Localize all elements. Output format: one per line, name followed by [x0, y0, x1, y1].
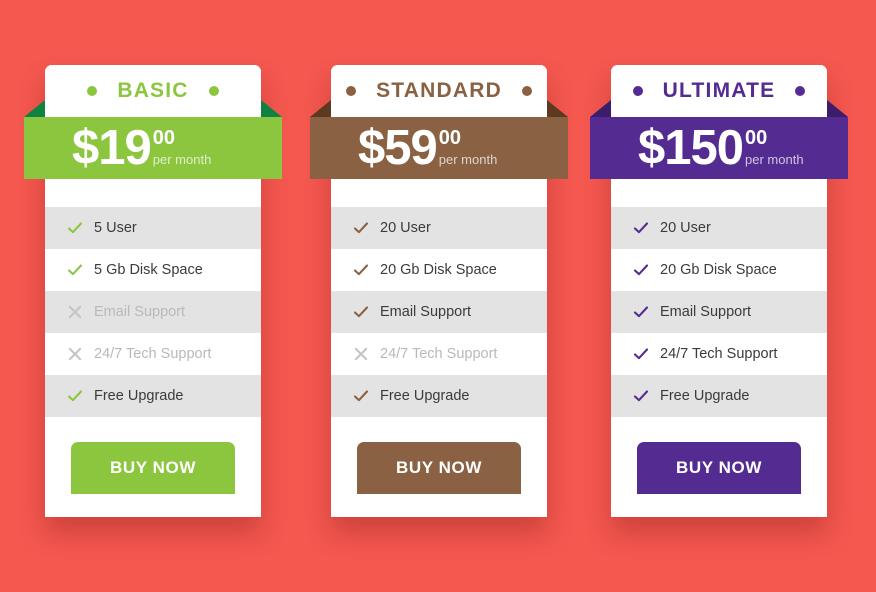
price-cents: 00	[745, 126, 768, 149]
feature-label: 24/7 Tech Support	[380, 346, 498, 362]
feature-label: 5 Gb Disk Space	[94, 262, 203, 278]
feature-row: 20 Gb Disk Space	[331, 249, 547, 291]
check-icon	[67, 220, 83, 236]
feature-label: Free Upgrade	[94, 388, 184, 404]
price-ribbon: $150 00 per month	[590, 100, 848, 179]
check-icon	[353, 304, 369, 320]
feature-list: 20 User 20 Gb Disk Space Email Support 24/7…	[331, 207, 547, 417]
check-icon	[633, 346, 649, 362]
plan-title-row: ULTIMATE	[611, 65, 827, 117]
feature-label: Free Upgrade	[660, 388, 750, 404]
price-meta: 00 per month	[151, 125, 212, 166]
price-ribbon: $19 00 per month	[24, 100, 282, 179]
feature-label: Email Support	[660, 304, 752, 320]
pricing-card-basic: BASIC $19 00 per month 5 User 5 Gb Disk Space…	[24, 65, 282, 517]
price-amount: $59	[358, 123, 438, 172]
feature-row: 24/7 Tech Support	[611, 333, 827, 375]
check-icon	[353, 388, 369, 404]
price-period: per month	[438, 151, 498, 167]
plan-title-row: BASIC	[45, 65, 261, 117]
price-period: per month	[745, 151, 804, 167]
price-cents: 00	[152, 126, 176, 149]
feature-row: Free Upgrade	[331, 375, 547, 417]
price-currency: $	[358, 120, 385, 175]
feature-label: 5 User	[94, 220, 137, 236]
price-meta: 00 per month	[437, 125, 498, 166]
feature-label: 20 User	[660, 220, 711, 236]
buy-now-button[interactable]: BUY NOW	[357, 442, 521, 494]
feature-row: Email Support	[45, 291, 261, 333]
cross-icon	[67, 346, 83, 362]
pricing-table: BASIC $19 00 per month 5 User 5 Gb Disk Space…	[0, 0, 876, 592]
ribbon-fold-left-icon	[24, 100, 45, 117]
price-display: $19 00 per month	[24, 123, 212, 172]
cross-icon	[67, 304, 83, 320]
price-value: 59	[384, 120, 438, 175]
feature-row: Email Support	[331, 291, 547, 333]
check-icon	[67, 388, 83, 404]
check-icon	[353, 220, 369, 236]
feature-label: 24/7 Tech Support	[94, 346, 212, 362]
feature-row: Free Upgrade	[611, 375, 827, 417]
check-icon	[67, 262, 83, 278]
pricing-card-ultimate: ULTIMATE $150 00 per month 20 User 20 Gb Disk…	[590, 65, 848, 517]
feature-label: Free Upgrade	[380, 388, 470, 404]
price-meta: 00 per month	[743, 125, 804, 166]
bullet-dot-icon	[87, 86, 98, 96]
bullet-dot-icon	[632, 86, 643, 96]
price-cents: 00	[438, 126, 462, 149]
ribbon-fold-right-icon	[261, 100, 282, 117]
feature-label: 20 Gb Disk Space	[380, 262, 497, 278]
feature-row: 20 User	[331, 207, 547, 249]
plan-name: ULTIMATE	[662, 79, 776, 102]
price-amount: $150	[638, 123, 744, 172]
price-value: 19	[98, 120, 152, 175]
feature-row: 5 User	[45, 207, 261, 249]
buy-now-button[interactable]: BUY NOW	[71, 442, 235, 494]
ribbon-fold-right-icon	[547, 100, 568, 117]
feature-row: Email Support	[611, 291, 827, 333]
feature-row: Free Upgrade	[45, 375, 261, 417]
price-ribbon: $59 00 per month	[310, 100, 568, 179]
feature-label: 20 User	[380, 220, 431, 236]
bullet-dot-icon	[208, 86, 219, 96]
feature-list: 20 User 20 Gb Disk Space Email Support 24/7…	[611, 207, 827, 417]
check-icon	[633, 388, 649, 404]
check-icon	[633, 220, 649, 236]
feature-row: 20 Gb Disk Space	[611, 249, 827, 291]
plan-name: BASIC	[117, 79, 189, 102]
check-icon	[353, 262, 369, 278]
feature-list: 5 User 5 Gb Disk Space Email Support 24/7 T…	[45, 207, 261, 417]
feature-label: Email Support	[94, 304, 186, 320]
ribbon-fold-left-icon	[590, 100, 611, 117]
price-currency: $	[638, 120, 665, 175]
feature-label: 20 Gb Disk Space	[660, 262, 777, 278]
plan-title-row: STANDARD	[331, 65, 547, 117]
buy-now-button[interactable]: BUY NOW	[637, 442, 801, 494]
cross-icon	[353, 346, 369, 362]
check-icon	[633, 304, 649, 320]
price-period: per month	[152, 151, 212, 167]
price-display: $59 00 per month	[310, 123, 498, 172]
plan-name: STANDARD	[376, 79, 502, 102]
feature-label: Email Support	[380, 304, 472, 320]
price-currency: $	[72, 120, 99, 175]
feature-row: 5 Gb Disk Space	[45, 249, 261, 291]
bullet-dot-icon	[795, 86, 806, 96]
check-icon	[633, 262, 649, 278]
feature-row: 24/7 Tech Support	[331, 333, 547, 375]
ribbon-fold-right-icon	[827, 100, 848, 117]
feature-label: 24/7 Tech Support	[660, 346, 778, 362]
bullet-dot-icon	[521, 86, 532, 96]
feature-row: 20 User	[611, 207, 827, 249]
price-amount: $19	[72, 123, 152, 172]
price-display: $150 00 per month	[590, 123, 804, 172]
feature-row: 24/7 Tech Support	[45, 333, 261, 375]
price-value: 150	[664, 120, 744, 175]
ribbon-fold-left-icon	[310, 100, 331, 117]
bullet-dot-icon	[346, 86, 357, 96]
pricing-card-standard: STANDARD $59 00 per month 20 User 20 Gb Disk …	[310, 65, 568, 517]
